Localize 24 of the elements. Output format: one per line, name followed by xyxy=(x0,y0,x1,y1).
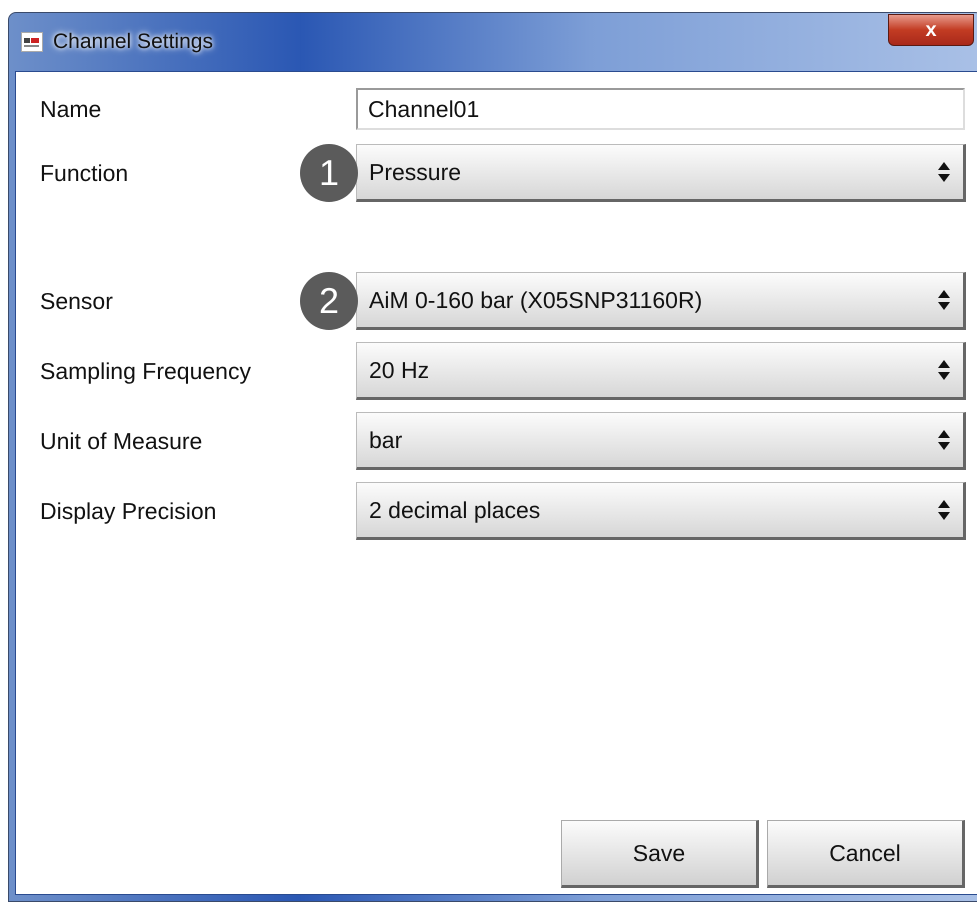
field-label: Sensor xyxy=(40,288,113,314)
field-label: Name xyxy=(40,96,102,122)
save-button[interactable]: Save xyxy=(561,820,759,888)
dropdown[interactable]: 2 decimal places xyxy=(356,482,966,540)
number-badge: 1 xyxy=(300,144,358,202)
spinner-arrows-icon xyxy=(937,429,951,451)
spinner-arrows-icon xyxy=(937,359,951,381)
window-title: Channel Settings xyxy=(53,30,213,54)
field-label: Sampling Frequency xyxy=(40,358,251,384)
dropdown[interactable]: 20 Hz xyxy=(356,342,966,400)
field-label: Display Precision xyxy=(40,498,216,524)
dropdown[interactable]: AiM 0-160 bar (X05SNP31160R) xyxy=(356,272,966,330)
close-button[interactable]: x xyxy=(888,14,974,46)
field-label: Unit of Measure xyxy=(40,428,202,454)
cancel-button[interactable]: Cancel xyxy=(767,820,965,888)
dropdown[interactable]: bar xyxy=(356,412,966,470)
spinner-arrows-icon xyxy=(937,161,951,183)
number-badge: 2 xyxy=(300,272,358,330)
field-label: Function xyxy=(40,160,128,186)
spinner-arrows-icon xyxy=(937,289,951,311)
dropdown[interactable]: Pressure xyxy=(356,144,966,202)
name-field[interactable]: Channel01 xyxy=(356,88,965,130)
spinner-arrows-icon xyxy=(937,499,951,521)
app-logo-icon xyxy=(21,32,43,52)
